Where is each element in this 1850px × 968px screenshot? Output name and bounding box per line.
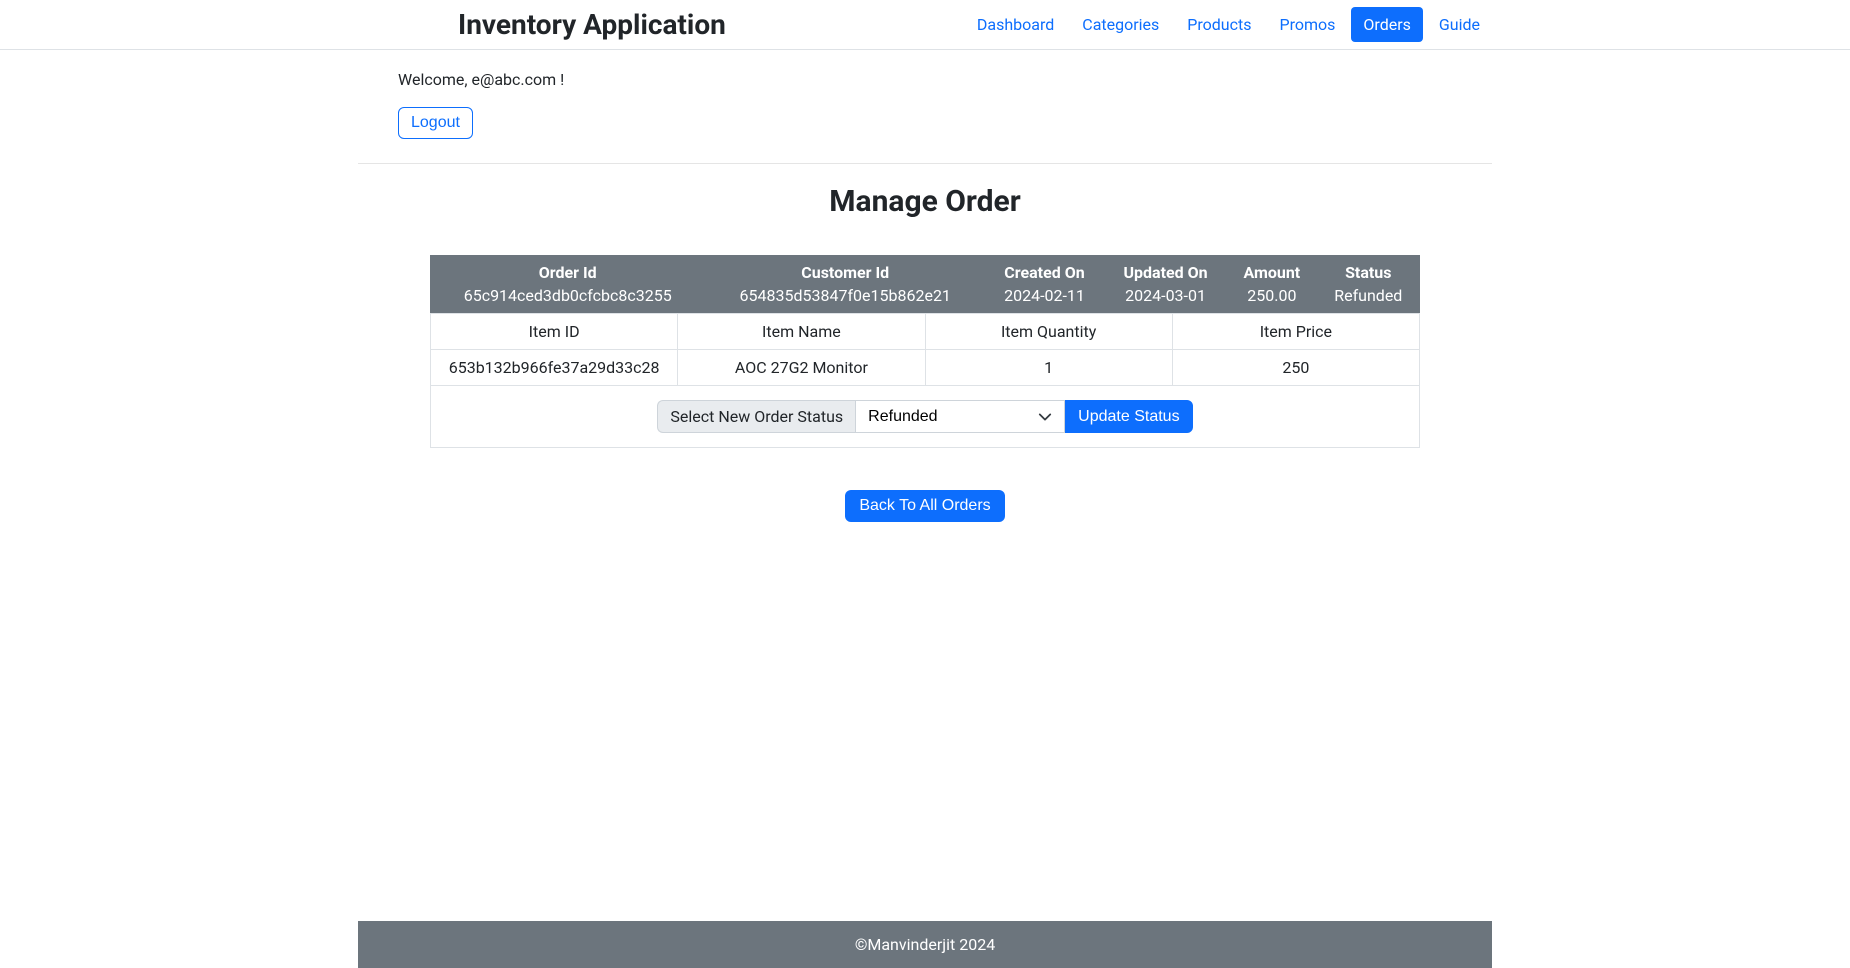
brand-title[interactable]: Inventory Application xyxy=(458,8,726,41)
status-select[interactable]: Refunded xyxy=(855,400,1065,433)
amount-value: 250.00 xyxy=(1227,284,1316,313)
col-customer-id: Customer Id xyxy=(705,255,985,284)
col-item-quantity: Item Quantity xyxy=(925,314,1172,350)
footer-text: ©Manvinderjit 2024 xyxy=(358,921,1492,968)
nav-products[interactable]: Products xyxy=(1175,7,1263,42)
col-item-price: Item Price xyxy=(1172,314,1419,350)
customer-id-value: 654835d53847f0e15b862e21 xyxy=(705,284,985,313)
update-status-button[interactable]: Update Status xyxy=(1065,400,1192,433)
back-to-orders-button[interactable]: Back To All Orders xyxy=(845,490,1004,522)
logout-button[interactable]: Logout xyxy=(398,107,473,139)
nav-dashboard[interactable]: Dashboard xyxy=(965,7,1066,42)
item-id-value: 653b132b966fe37a29d33c28 xyxy=(431,350,678,386)
status-value: Refunded xyxy=(1317,284,1420,313)
status-row: Select New Order Status Refunded Update … xyxy=(431,386,1420,448)
col-item-id: Item ID xyxy=(431,314,678,350)
col-amount: Amount xyxy=(1227,255,1316,284)
nav-links: Dashboard Categories Products Promos Ord… xyxy=(965,15,1492,34)
order-summary-table: Order Id Customer Id Created On Updated … xyxy=(430,255,1420,313)
nav-categories[interactable]: Categories xyxy=(1070,7,1171,42)
divider xyxy=(358,163,1492,164)
status-select-label: Select New Order Status xyxy=(657,400,855,433)
col-created-on: Created On xyxy=(985,255,1104,284)
page-title: Manage Order xyxy=(358,184,1492,219)
order-id-value: 65c914ced3db0cfcbc8c3255 xyxy=(430,284,705,313)
nav-orders[interactable]: Orders xyxy=(1351,7,1422,42)
footer: ©Manvinderjit 2024 xyxy=(0,921,1850,968)
nav-guide[interactable]: Guide xyxy=(1427,7,1492,42)
created-on-value: 2024-02-11 xyxy=(985,284,1104,313)
item-price-value: 250 xyxy=(1172,350,1419,386)
updated-on-value: 2024-03-01 xyxy=(1104,284,1227,313)
item-quantity-value: 1 xyxy=(925,350,1172,386)
table-row: 653b132b966fe37a29d33c28 AOC 27G2 Monito… xyxy=(431,350,1420,386)
welcome-text: Welcome, e@abc.com ! xyxy=(398,70,1452,89)
status-form: Select New Order Status Refunded Update … xyxy=(657,400,1192,433)
items-table: Item ID Item Name Item Quantity Item Pri… xyxy=(430,313,1420,448)
col-updated-on: Updated On xyxy=(1104,255,1227,284)
welcome-section: Welcome, e@abc.com ! Logout xyxy=(358,50,1492,139)
item-name-value: AOC 27G2 Monitor xyxy=(678,350,925,386)
col-item-name: Item Name xyxy=(678,314,925,350)
col-order-id: Order Id xyxy=(430,255,705,284)
navbar: Inventory Application Dashboard Categori… xyxy=(0,0,1850,50)
nav-promos[interactable]: Promos xyxy=(1268,7,1348,42)
col-status: Status xyxy=(1317,255,1420,284)
